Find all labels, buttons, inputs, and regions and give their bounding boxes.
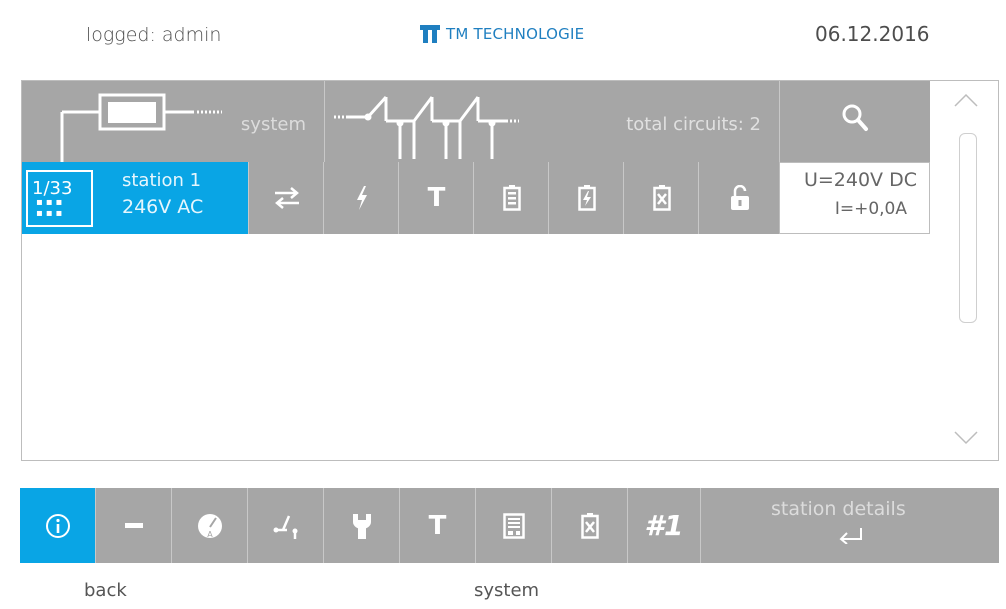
temperature-icon: T bbox=[427, 183, 446, 213]
header: logged: admin TM TECHNOLOGIE 06.12.2016 bbox=[0, 0, 1006, 60]
wrench-icon bbox=[352, 513, 371, 539]
station-row[interactable]: 1/33 ▪▪▪ ▪▪▪ station 1 246V AC T U=240V … bbox=[22, 162, 930, 234]
minus-icon bbox=[124, 522, 143, 528]
service-button[interactable] bbox=[324, 488, 400, 563]
station-number-button[interactable]: #1 bbox=[628, 488, 701, 563]
temperature-button[interactable]: T bbox=[398, 162, 474, 234]
switch-icon bbox=[273, 515, 297, 539]
station-readout: U=240V DC I=+0,0A bbox=[779, 162, 930, 234]
station-number-label: #1 bbox=[644, 509, 684, 542]
station-counter-badge: 1/33 ▪▪▪ ▪▪▪ bbox=[26, 170, 93, 227]
ammeter-button[interactable]: A bbox=[172, 488, 248, 563]
scroll-thumb[interactable] bbox=[959, 133, 977, 323]
minus-button[interactable] bbox=[96, 488, 172, 563]
circuits-header-cell[interactable]: total circuits: 2 bbox=[324, 81, 780, 162]
logged-user: logged: admin bbox=[86, 24, 222, 46]
tm-logo-icon bbox=[420, 25, 440, 43]
current-readout: I=+0,0A bbox=[834, 199, 907, 219]
station-name: station 1 bbox=[122, 170, 202, 191]
circuits-diagram-icon bbox=[334, 95, 519, 159]
battery-fault-icon bbox=[652, 185, 671, 211]
list-header-bar: system total circuits: 2 bbox=[22, 81, 930, 162]
temperature-tool-button[interactable]: T bbox=[400, 488, 476, 563]
voltage-readout: U=240V DC bbox=[803, 169, 917, 191]
storage-icon bbox=[502, 512, 525, 539]
ammeter-icon: A bbox=[197, 513, 222, 539]
battery-icon bbox=[502, 185, 521, 211]
lightning-icon bbox=[356, 186, 367, 210]
info-button[interactable] bbox=[20, 488, 96, 563]
badge-dots-icon: ▪▪▪ ▪▪▪ bbox=[36, 197, 66, 219]
lock-button[interactable] bbox=[698, 162, 780, 234]
station-details-label: station details bbox=[771, 498, 906, 520]
date-display: 06.12.2016 bbox=[815, 22, 930, 46]
storage-button[interactable] bbox=[476, 488, 552, 563]
svg-text:A: A bbox=[207, 530, 213, 539]
transfer-button[interactable] bbox=[248, 162, 324, 234]
enter-icon bbox=[839, 528, 862, 544]
station-details-button[interactable]: station details bbox=[701, 488, 999, 563]
battery-charge-button[interactable] bbox=[548, 162, 624, 234]
switch-button[interactable] bbox=[248, 488, 324, 563]
battery-fault-icon bbox=[580, 512, 599, 539]
station-selected-cell[interactable]: 1/33 ▪▪▪ ▪▪▪ station 1 246V AC bbox=[22, 162, 248, 234]
battery-charge-icon bbox=[577, 185, 596, 211]
search-button[interactable] bbox=[779, 81, 930, 162]
system-header-label: system bbox=[240, 114, 306, 135]
total-circuits-label: total circuits: 2 bbox=[626, 114, 761, 135]
unlock-icon bbox=[730, 185, 749, 210]
back-label[interactable]: back bbox=[84, 580, 127, 601]
battery-button[interactable] bbox=[473, 162, 549, 234]
search-icon bbox=[842, 104, 868, 131]
info-icon bbox=[45, 513, 70, 538]
system-diagram-icon bbox=[60, 93, 222, 162]
temperature-icon: T bbox=[428, 510, 447, 541]
chevron-down-icon[interactable] bbox=[954, 431, 978, 445]
transfer-icon bbox=[274, 187, 299, 209]
battery-fault-tool-button[interactable] bbox=[552, 488, 628, 563]
battery-fault-button[interactable] bbox=[623, 162, 699, 234]
brand-logo: TM TECHNOLOGIE bbox=[420, 25, 584, 43]
system-header-cell[interactable]: system bbox=[22, 81, 325, 162]
chevron-up-icon[interactable] bbox=[954, 93, 978, 107]
station-counter: 1/33 bbox=[32, 178, 73, 199]
scrollbar[interactable] bbox=[930, 81, 998, 460]
station-list-panel: system total circuits: 2 1/33 ▪▪▪ ▪▪▪ st… bbox=[21, 80, 999, 461]
station-voltage: 246V AC bbox=[122, 196, 204, 218]
brand-name: TM TECHNOLOGIE bbox=[446, 25, 585, 43]
power-button[interactable] bbox=[323, 162, 399, 234]
system-label: system bbox=[474, 580, 540, 601]
bottom-toolbar: A T #1 station details bbox=[20, 488, 999, 563]
